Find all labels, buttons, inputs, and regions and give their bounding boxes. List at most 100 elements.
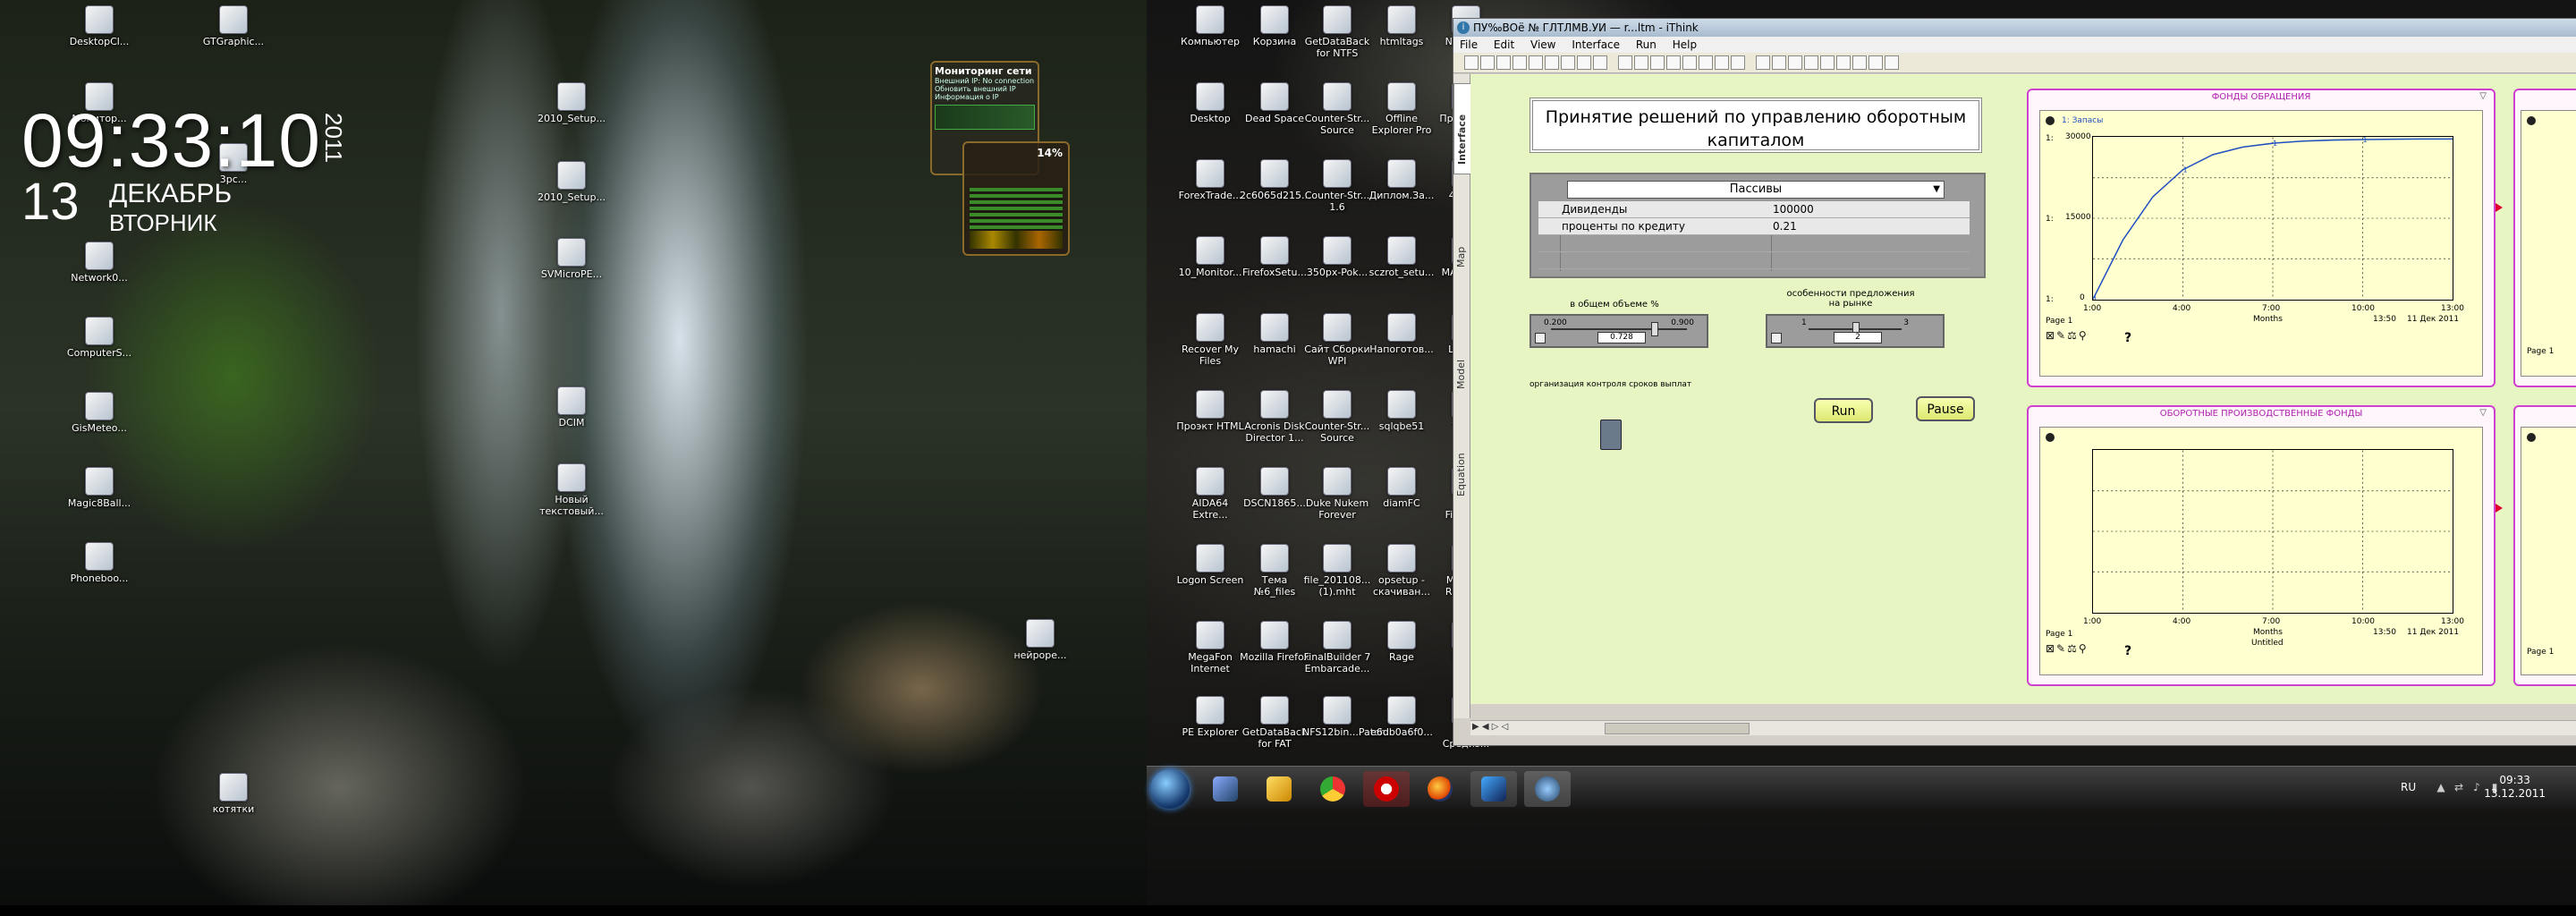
toolbar-tool-icon[interactable]: [1561, 55, 1575, 70]
taskbar-button[interactable]: [1417, 771, 1463, 807]
volume-icon[interactable]: ♪: [2470, 781, 2483, 793]
toolbar-tool-icon[interactable]: [1513, 55, 1527, 70]
tab-map[interactable]: Map: [1453, 187, 1470, 276]
desktop-icon[interactable]: file_201108... (1).mht: [1302, 544, 1372, 598]
desktop-icon[interactable]: Desktop: [1175, 82, 1245, 124]
taskbar-button[interactable]: [1524, 771, 1571, 807]
window-titlebar[interactable]: i ПУ‰ВОё № ГЛТЛМВ.УИ — r...ltm - iThink: [1453, 19, 2576, 37]
slider1[interactable]: 0.200 0.900 0.728: [1530, 314, 1708, 348]
table-cell-value[interactable]: 0.21: [1773, 218, 1797, 234]
help-icon[interactable]: ?: [2124, 331, 2131, 345]
help-icon[interactable]: ?: [2124, 644, 2131, 658]
desktop-icon[interactable]: FinalBuilder 7 Embarcade...: [1302, 621, 1372, 674]
tab-equation[interactable]: Equation: [1453, 416, 1470, 505]
desktop-icon[interactable]: Компьютер: [1175, 5, 1245, 47]
graph-pad-1[interactable]: ФОНДЫ ОБРАЩЕНИЯ ▽ 1: Запасы 1: 1: 1: 300…: [2027, 89, 2496, 387]
desktop-icon[interactable]: Offline Explorer Pro: [1367, 82, 1436, 136]
desktop-icon[interactable]: Напоготов...: [1367, 313, 1436, 355]
desktop-icon[interactable]: opsetup - скачиван...: [1367, 544, 1436, 598]
graph-pad-2[interactable]: ОБОРОТНЫЕ ПРОИЗВОДСТВЕННЫЕ ФОНДЫ ▽ 1:00 …: [2027, 405, 2496, 686]
graph-pad-4[interactable]: Page 1: [2513, 405, 2576, 686]
toolbar-tool-icon[interactable]: [1731, 55, 1745, 70]
tab-model[interactable]: Model: [1453, 309, 1470, 398]
desktop-icon[interactable]: sczrot_setu...: [1367, 236, 1436, 278]
desktop-icon[interactable]: GetDataBack for FAT: [1240, 696, 1309, 750]
toolbar-tool-icon[interactable]: [1480, 55, 1495, 70]
graph-pad-3[interactable]: Page 1: [2513, 89, 2576, 387]
desktop-icon[interactable]: DSCN1865...: [1240, 467, 1309, 509]
desktop-icon[interactable]: MegaFon Internet: [1175, 621, 1245, 674]
menu-file[interactable]: File: [1453, 37, 1484, 53]
desktop-icon[interactable]: htmltags: [1367, 5, 1436, 47]
desktop-icon[interactable]: FirefoxSetu...: [1240, 236, 1309, 278]
desktop-icon[interactable]: ForexTrade...: [1175, 159, 1245, 201]
toolbar-tool-icon[interactable]: [1634, 55, 1648, 70]
desktop-icon[interactable]: 10_Monitor...: [1175, 236, 1245, 278]
menu-view[interactable]: View: [1524, 37, 1562, 53]
table-row[interactable]: [1538, 235, 1970, 252]
desktop-icon[interactable]: sqlqbe51: [1367, 390, 1436, 432]
language-indicator[interactable]: RU: [2401, 781, 2416, 793]
network-gadget-line[interactable]: Информация о IP: [935, 93, 1035, 101]
toolbar-tool-icon[interactable]: [1496, 55, 1511, 70]
toolbar-tool-icon[interactable]: [1529, 55, 1543, 70]
toolbar-tool-icon[interactable]: [1756, 55, 1770, 70]
graph2-tools[interactable]: ⊠✎⚖⚲: [2046, 642, 2089, 655]
toolbar-tool-icon[interactable]: [1804, 55, 1818, 70]
pin-icon[interactable]: [2046, 433, 2055, 442]
table-row[interactable]: Дивиденды 100000: [1538, 201, 1970, 218]
toolbar-tool-icon[interactable]: [1788, 55, 1802, 70]
slider1-value[interactable]: 0.728: [1597, 332, 1646, 344]
desktop-icon[interactable]: 2c6065d215...: [1240, 159, 1311, 201]
graph1-tools[interactable]: ⊠✎⚖⚲: [2046, 329, 2089, 342]
toolbar-tool-icon[interactable]: [1699, 55, 1713, 70]
start-button[interactable]: [1150, 769, 1190, 809]
desktop-icon[interactable]: Logon Screen: [1175, 544, 1245, 586]
menu-interface[interactable]: Interface: [1565, 37, 1626, 53]
desktop-icon[interactable]: котятки: [199, 773, 268, 815]
desktop-icon[interactable]: 350px-Pok...: [1302, 236, 1372, 278]
tab-interface[interactable]: Interface: [1453, 83, 1470, 174]
desktop-icon[interactable]: 2010_Setup...: [537, 82, 606, 124]
desktop-icon[interactable]: Counter-Str... 1.6: [1302, 159, 1372, 213]
toolbar-tool-icon[interactable]: [1593, 55, 1607, 70]
desktop-icon[interactable]: Duke Nukem Forever: [1302, 467, 1372, 521]
table-row[interactable]: проценты по кредиту 0.21: [1538, 218, 1970, 235]
slider1-knob[interactable]: [1650, 322, 1658, 336]
switch-icon[interactable]: [1600, 420, 1622, 450]
show-hidden-icons[interactable]: ▲: [2435, 781, 2447, 793]
desktop-icon[interactable]: Rage: [1367, 621, 1436, 663]
desktop-icon[interactable]: Magic8Ball...: [64, 467, 134, 509]
desktop-icon[interactable]: 2010_Setup...: [537, 161, 606, 203]
desktop-icon[interactable]: Корзина: [1240, 5, 1309, 47]
pause-button[interactable]: Pause: [1916, 396, 1975, 421]
desktop-icon[interactable]: diamFC: [1367, 467, 1436, 509]
toolbar-tool-icon[interactable]: [1868, 55, 1883, 70]
taskbar-button[interactable]: [1309, 771, 1356, 807]
desktop-icon[interactable]: hamachi: [1240, 313, 1309, 355]
desktop-icon[interactable]: AIDA64 Extre...: [1175, 467, 1245, 521]
desktop-icon[interactable]: SVMicroPE...: [537, 238, 606, 280]
toolbar-tool-icon[interactable]: [1836, 55, 1851, 70]
slider2-reset[interactable]: [1771, 333, 1782, 344]
desktop-icon[interactable]: Сайт Сборки WPI: [1302, 313, 1372, 367]
run-button[interactable]: Run: [1814, 398, 1873, 423]
cpu-meter-gadget[interactable]: 14%: [962, 141, 1070, 256]
table-selector[interactable]: Пассивы ▼: [1567, 181, 1945, 199]
desktop-icon[interactable]: DCIM: [537, 386, 606, 428]
toolbar-tool-icon[interactable]: [1618, 55, 1632, 70]
toolbar-tool-icon[interactable]: [1885, 55, 1899, 70]
desktop-icon[interactable]: e6db0a6f0...: [1367, 696, 1436, 738]
chevron-down-icon[interactable]: ▽: [2479, 91, 2487, 101]
desktop-icon[interactable]: Phoneboo...: [64, 542, 134, 584]
desktop-icon[interactable]: Counter-Str... Source: [1302, 82, 1372, 136]
table-row[interactable]: [1538, 252, 1970, 269]
pin-icon[interactable]: [2046, 116, 2055, 125]
toolbar-tool-icon[interactable]: [1852, 55, 1867, 70]
taskbar-button[interactable]: [1363, 771, 1410, 807]
desktop-icon[interactable]: Recover My Files: [1175, 313, 1245, 367]
chevron-down-icon[interactable]: ▽: [2479, 408, 2487, 418]
desktop-icon[interactable]: ComputerS...: [64, 317, 134, 359]
desktop-icon[interactable]: Acronis Disk Director 1...: [1240, 390, 1309, 444]
slider2[interactable]: 1 3 2: [1766, 314, 1945, 348]
